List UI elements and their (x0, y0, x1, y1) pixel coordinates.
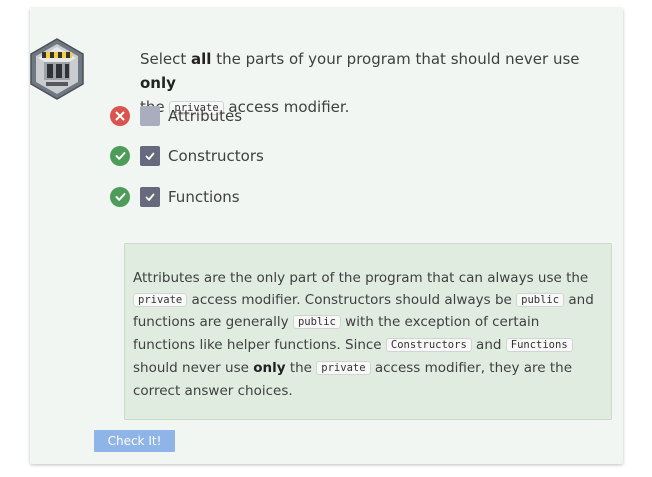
correct-icon (110, 187, 130, 207)
checkbox-constructors[interactable] (140, 146, 160, 166)
option-functions[interactable]: Functions (110, 186, 240, 208)
checkbox-functions[interactable] (140, 187, 160, 207)
feedback-text: Attributes are the only part of the prog… (133, 270, 594, 399)
question-card: Select all the parts of your program tha… (30, 8, 623, 464)
code-private: private (133, 292, 188, 307)
checkbox-attributes[interactable] (140, 106, 160, 126)
code-private: private (316, 360, 371, 375)
option-label: Attributes (168, 107, 243, 125)
code-constructors: Constructors (385, 338, 472, 353)
correct-icon (110, 146, 130, 166)
option-label: Constructors (168, 147, 264, 165)
code-functions: Functions (505, 338, 573, 353)
emphasis-only: only (140, 74, 176, 92)
emphasis-only: only (253, 359, 286, 376)
option-constructors[interactable]: Constructors (110, 145, 264, 167)
option-label: Functions (168, 188, 240, 206)
code-public: public (292, 315, 341, 330)
code-public: public (516, 292, 565, 307)
feedback-panel: Attributes are the only part of the prog… (124, 243, 612, 420)
incorrect-icon (110, 106, 130, 126)
option-attributes[interactable]: Attributes (110, 105, 242, 127)
check-it-button[interactable]: Check It! (94, 430, 175, 452)
emphasis-all: all (191, 50, 212, 68)
logo-icon (30, 38, 84, 100)
